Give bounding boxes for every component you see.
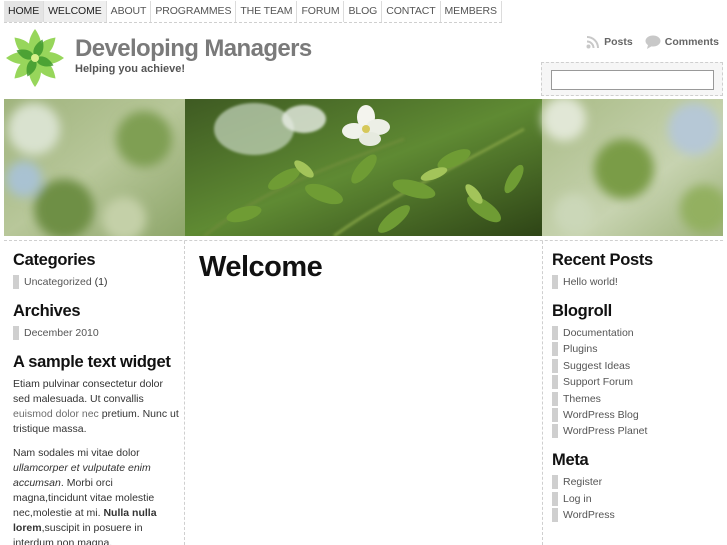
right-sidebar: Recent Posts Hello world! Blogroll Docum… — [542, 241, 723, 545]
blogroll-item-themes[interactable]: Themes — [552, 391, 723, 406]
blogroll-title: Blogroll — [552, 302, 612, 320]
archives-widget: Archives December 2010 — [13, 302, 184, 340]
recent-post-item[interactable]: Hello world! — [552, 275, 723, 289]
posts-feed-label: Posts — [604, 36, 633, 48]
meta-item-register[interactable]: Register — [552, 475, 723, 490]
nav-forum[interactable]: FORUM — [297, 1, 345, 22]
category-item[interactable]: Uncategorized (1) — [13, 275, 184, 289]
blogroll-item-documentation[interactable]: Documentation — [552, 326, 723, 340]
top-nav: HOME WELCOME ABOUT PROGRAMMES THE TEAM F… — [4, 1, 502, 23]
blogroll-widget: Blogroll Documentation Plugins Suggest I… — [552, 302, 723, 439]
blogroll-item-plugins[interactable]: Plugins — [552, 342, 723, 357]
rss-icon — [586, 36, 600, 49]
site-logo[interactable] — [4, 27, 66, 89]
speech-bubble-icon — [645, 35, 661, 49]
blogroll-item-suggest-ideas[interactable]: Suggest Ideas — [552, 358, 723, 373]
nav-contact[interactable]: CONTACT — [382, 1, 441, 22]
comments-feed-link[interactable]: Comments — [645, 35, 719, 49]
meta-title: Meta — [552, 451, 589, 470]
nav-programmes[interactable]: PROGRAMMES — [151, 1, 237, 22]
banner-photo — [4, 99, 723, 236]
blogroll-item-wordpress-planet[interactable]: WordPress Planet — [552, 424, 723, 439]
meta-item-wordpress[interactable]: WordPress — [552, 508, 723, 523]
archives-title: Archives — [13, 302, 81, 320]
nav-members[interactable]: MEMBERS — [441, 1, 502, 22]
page-title: Welcome — [199, 251, 323, 283]
category-link[interactable]: Uncategorized — [24, 276, 92, 288]
nav-the-team[interactable]: THE TEAM — [236, 1, 298, 22]
text-widget-paragraph-1: Etiam pulvinar consectetur dolor sed mal… — [13, 377, 179, 437]
site-title[interactable]: Developing Managers — [75, 35, 312, 63]
meta-item-log-in[interactable]: Log in — [552, 491, 723, 506]
recent-posts-widget: Recent Posts Hello world! — [552, 251, 723, 289]
comments-feed-label: Comments — [664, 36, 719, 48]
text-widget-p1-a: Etiam pulvinar consectetur dolor sed mal… — [13, 378, 163, 405]
category-count: (1) — [94, 276, 108, 288]
blogroll-item-wordpress-blog[interactable]: WordPress Blog — [552, 407, 723, 422]
text-widget-paragraph-2: Nam sodales mi vitae dolor ullamcorper e… — [13, 446, 179, 545]
recent-posts-title: Recent Posts — [552, 251, 653, 269]
archive-item[interactable]: December 2010 — [13, 326, 184, 340]
blogroll-item-support-forum[interactable]: Support Forum — [552, 375, 723, 390]
text-widget-title: A sample text widget — [13, 353, 171, 371]
green-leaf-flower-logo-icon — [6, 29, 64, 87]
categories-title: Categories — [13, 251, 96, 269]
posts-feed-link[interactable]: Posts — [586, 35, 633, 49]
text-widget-p2-a: Nam sodales mi vitae dolor — [13, 447, 140, 459]
text-widget: A sample text widget Etiam pulvinar cons… — [13, 353, 184, 545]
feed-links: Posts Comments — [574, 35, 719, 49]
left-sidebar: Categories Uncategorized (1) Archives De… — [4, 241, 185, 545]
nav-home[interactable]: HOME — [4, 1, 45, 22]
main-content: Welcome — [186, 241, 541, 545]
categories-widget: Categories Uncategorized (1) — [13, 251, 184, 289]
search-box — [541, 62, 723, 96]
nav-about[interactable]: ABOUT — [107, 1, 152, 22]
meta-widget: Meta Register Log in WordPress — [552, 451, 723, 523]
text-widget-p1-muted: euismod dolor nec — [13, 408, 99, 420]
nav-welcome[interactable]: WELCOME — [44, 1, 107, 22]
nav-blog[interactable]: BLOG — [344, 1, 383, 22]
header-banner-image — [4, 99, 723, 236]
search-input[interactable] — [551, 70, 714, 90]
site-tagline: Helping you achieve! — [75, 63, 186, 75]
